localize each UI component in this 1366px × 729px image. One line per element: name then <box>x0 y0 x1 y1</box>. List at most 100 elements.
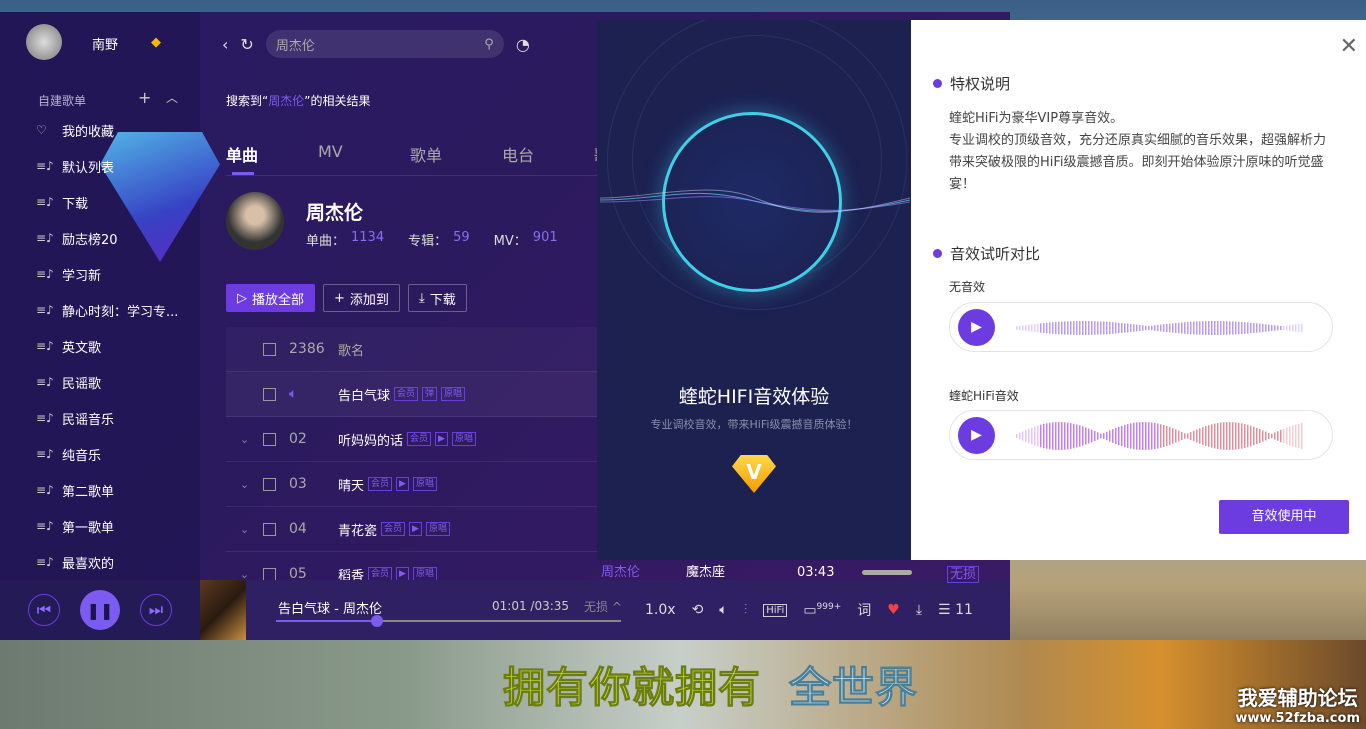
tab-songs[interactable]: 单曲 <box>226 142 318 166</box>
waveform <box>1016 422 1303 450</box>
row-checkbox[interactable] <box>263 432 276 446</box>
wave-bar <box>1160 424 1162 448</box>
expand-icon[interactable]: ⌄ <box>226 523 263 536</box>
sidebar-item[interactable]: ≡♪ 英文歌 <box>0 328 200 364</box>
wave-bar <box>1121 323 1123 333</box>
wave-bar <box>1136 324 1138 332</box>
next-icon[interactable]: ⏭ <box>140 594 172 626</box>
song-title[interactable]: 告白气球 <box>338 385 390 404</box>
username[interactable]: 南野 <box>92 34 118 53</box>
recognize-music-icon[interactable]: ◔ <box>516 35 530 54</box>
quality-selector[interactable]: 无损 ^ <box>584 598 622 615</box>
sidebar-item[interactable]: ≡♪ 默认列表 <box>0 148 200 184</box>
wave-bar <box>1202 427 1204 445</box>
wave-bar <box>1106 431 1108 441</box>
lyric-button[interactable]: 词 <box>857 600 871 620</box>
wave-bar <box>1199 428 1201 444</box>
back-icon[interactable]: ‹ <box>222 35 228 54</box>
artist-name[interactable]: 周杰伦 <box>306 198 363 225</box>
sidebar-item[interactable]: ≡♪ 第一歌单 <box>0 508 200 544</box>
sidebar-item[interactable]: ≡♪ 民谣音乐 <box>0 400 200 436</box>
expand-icon[interactable]: ⌄ <box>226 568 263 581</box>
song-tag: 原唱 <box>412 567 437 581</box>
comment-icon[interactable]: ▭999+ <box>803 602 841 619</box>
wave-bar <box>1067 321 1069 335</box>
add-to-button[interactable]: + 添加到 <box>323 284 400 312</box>
refresh-icon[interactable]: ↻ <box>240 35 253 54</box>
wave-bar <box>1181 431 1183 441</box>
song-album[interactable]: 魔杰座 <box>686 565 725 580</box>
loop-icon[interactable]: ⟲ <box>692 602 704 618</box>
wave-bar <box>1214 423 1216 449</box>
hifi-button[interactable]: HiFi <box>763 603 788 617</box>
song-row[interactable]: ⌄ 03 晴天 会员 ▶ 原唱 <box>226 462 610 507</box>
song-title[interactable]: 青花瓷 <box>338 520 377 539</box>
select-all-checkbox[interactable] <box>263 342 276 356</box>
heart-icon[interactable]: ♥ <box>887 602 900 618</box>
song-title[interactable]: 听妈妈的话 <box>338 430 403 449</box>
sidebar-item[interactable]: ≡♪ 纯音乐 <box>0 436 200 472</box>
row-checkbox[interactable] <box>263 387 276 401</box>
wave-bar <box>1226 321 1228 335</box>
row-checkbox[interactable] <box>263 522 276 536</box>
download-button[interactable]: ⤓ 下载 <box>407 284 467 312</box>
wave-bar <box>1196 429 1198 443</box>
tab-radio[interactable]: 电台 <box>502 142 594 166</box>
sidebar-item[interactable]: ≡♪ 民谣歌 <box>0 364 200 400</box>
previous-icon[interactable]: ⏮ <box>28 594 60 626</box>
expand-icon[interactable]: ⌄ <box>226 478 263 491</box>
wave-bar <box>1043 423 1045 449</box>
progress-slider[interactable] <box>276 615 621 627</box>
playlist-section-title: 自建歌单 <box>38 94 87 108</box>
pause-icon[interactable]: ❚❚ <box>80 590 120 630</box>
search-input[interactable]: 周杰伦 ⚲ <box>265 30 504 58</box>
add-playlist-icon[interactable]: + <box>138 88 151 107</box>
equalizer-icon[interactable]: ⫶ <box>744 602 748 618</box>
queue-button[interactable]: ☰ 11 <box>938 602 973 618</box>
collapse-icon[interactable]: ︿ <box>166 89 178 106</box>
sidebar-item[interactable]: ≡♪ 静心时刻：学习专... <box>0 292 200 328</box>
now-playing-title[interactable]: 告白气球 - 周杰伦 <box>278 598 382 617</box>
play-all-button[interactable]: ▷ 播放全部 <box>226 284 316 312</box>
song-tag: 原唱 <box>412 477 437 491</box>
avatar[interactable] <box>26 24 62 60</box>
sidebar-item[interactable]: ≡♪ 第二歌单 <box>0 472 200 508</box>
vip-diamond-icon[interactable]: ◆ <box>151 35 161 50</box>
wave-bar <box>1025 430 1027 442</box>
sidebar-item[interactable]: ≡♪ 学习新 <box>0 256 200 292</box>
wave-bar <box>1247 322 1249 334</box>
desktop-lyrics[interactable]: 拥有你就拥有 全世界 <box>502 654 918 715</box>
download-icon[interactable]: ⤓ <box>916 602 922 618</box>
sidebar-item[interactable]: ≡♪ 下载 <box>0 184 200 220</box>
song-row[interactable]: ⌄ 04 青花瓷 会员 ▶ 原唱 <box>226 507 610 552</box>
speed-button[interactable]: 1.0x <box>645 602 676 618</box>
song-tag: 会员 <box>394 387 419 401</box>
play-icon[interactable]: ▶ <box>958 309 995 346</box>
search-icon[interactable]: ⚲ <box>484 37 494 52</box>
sidebar-item[interactable]: ≡♪ 最喜欢的 <box>0 544 200 580</box>
row-checkbox[interactable] <box>263 477 276 491</box>
progress-handle[interactable] <box>371 615 384 627</box>
close-icon[interactable]: ✕ <box>1340 34 1358 59</box>
wave-bar <box>1211 321 1213 335</box>
tab-mv[interactable]: MV <box>318 142 410 166</box>
song-row[interactable]: 🔈︎ 告白气球 会员弹原唱 <box>226 372 610 417</box>
wave-bar <box>1094 321 1096 335</box>
song-tag: 原唱 <box>451 432 476 446</box>
expand-icon[interactable]: ⌄ <box>226 433 263 446</box>
song-artist[interactable]: 周杰伦 <box>601 565 640 580</box>
album-cover[interactable] <box>200 580 246 640</box>
play-icon[interactable]: ▶ <box>958 417 995 454</box>
effect-in-use-button[interactable]: 音效使用中 <box>1219 500 1349 534</box>
sidebar-item[interactable]: ≡♪ 励志榜20 <box>0 220 200 256</box>
wave-bar <box>1265 431 1267 441</box>
volume-icon[interactable]: 🔈︎ <box>719 602 727 618</box>
song-title[interactable]: 晴天 <box>338 475 364 494</box>
row-checkbox[interactable] <box>263 567 276 581</box>
song-tag: 会员 <box>407 432 432 446</box>
wave-bar <box>1052 322 1054 334</box>
song-row[interactable]: ⌄ 02 听妈妈的话 会员 ▶ 原唱 <box>226 417 610 462</box>
artist-photo[interactable] <box>226 192 284 250</box>
sidebar-item[interactable]: ♡ 我的收藏 <box>0 112 200 148</box>
tab-playlists[interactable]: 歌单 <box>410 142 502 166</box>
